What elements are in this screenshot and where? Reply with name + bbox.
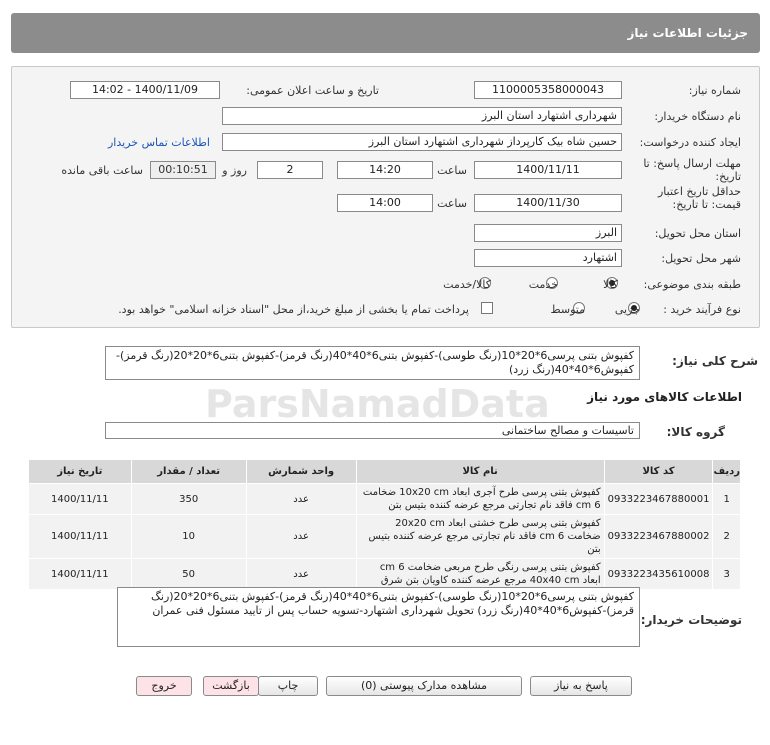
col-qty: تعداد / مقدار: [130, 459, 247, 484]
cell-unit: عدد: [245, 483, 357, 515]
summary-text: کفپوش بتنی پرسی6*20*10(رنگ طوسی)-کفپوش ب…: [105, 346, 640, 380]
table-row: 3 0933223435610008 کفپوش بتنی پرسی رنگی …: [28, 558, 741, 590]
page-title: جزئیات اطلاعات نیاز: [627, 26, 748, 40]
need-info-panel: شماره نیاز: 1100005358000043 تاریخ و ساع…: [11, 66, 760, 328]
back-button[interactable]: بازگشت: [203, 676, 259, 696]
deadline-date-field: 1400/11/11: [474, 161, 622, 179]
contact-info-link[interactable]: اطلاعات تماس خریدار: [108, 136, 210, 149]
announce-field: 1400/11/09 - 14:02: [70, 81, 220, 99]
cell-unit: عدد: [245, 514, 357, 559]
creator-field: حسین شاه بیک کارپرداز شهرداری اشتهارد اس…: [222, 133, 622, 151]
cell-name: کفپوش بتنی پرسی رنگی طرح مربعی ضخامت 6 c…: [355, 558, 605, 590]
purchase-option-medium: متوسط: [550, 303, 585, 316]
need-number-label: شماره نیاز:: [688, 84, 741, 97]
category-option-both: کالا/خدمت: [443, 278, 491, 291]
goods-group-label: گروه کالا:: [666, 425, 725, 439]
cell-qty: 50: [130, 558, 247, 590]
col-row-index: ردیف: [712, 459, 741, 484]
reply-button[interactable]: پاسخ به نیاز: [530, 676, 632, 696]
attachments-button[interactable]: مشاهده مدارک پیوستی (0): [326, 676, 522, 696]
deadline-label: مهلت ارسال پاسخ: تا تاریخ:: [643, 157, 741, 183]
cell-index: 1: [712, 483, 741, 515]
remaining-label: ساعت باقی مانده: [61, 164, 143, 177]
cell-code: 0933223467880002: [603, 514, 714, 559]
print-button[interactable]: چاپ: [258, 676, 318, 696]
creator-label: ایجاد کننده درخواست:: [639, 136, 741, 149]
cell-qty: 10: [130, 514, 247, 559]
goods-table: ردیف کد کالا نام کالا واحد شمارش تعداد /…: [28, 459, 741, 590]
col-date: تاریخ نیاز: [28, 459, 132, 484]
category-label: طبقه بندی موضوعی:: [643, 278, 741, 291]
col-unit: واحد شمارش: [245, 459, 357, 484]
category-option-goods: کالا: [603, 278, 618, 291]
goods-section-title: اطلاعات کالاهای مورد نیاز: [587, 390, 742, 404]
cell-date: 1400/11/11: [28, 558, 132, 590]
days-label: روز و: [222, 164, 247, 177]
cell-qty: 350: [130, 483, 247, 515]
deadline-time-label: ساعت: [437, 164, 467, 177]
cell-code: 0933223467880001: [603, 483, 714, 515]
need-number-field: 1100005358000043: [474, 81, 622, 99]
remaining-time-field: 00:10:51: [150, 161, 216, 179]
validity-time-label: ساعت: [437, 197, 467, 210]
cell-date: 1400/11/11: [28, 514, 132, 559]
buyer-notes-label: توضیحات خریدار:: [640, 613, 742, 627]
cell-name: کفپوش بتنی پرسی طرح آجری ابعاد 10x20 cm …: [355, 483, 605, 515]
deadline-time-field: 14:20: [337, 161, 433, 179]
announce-label: تاریخ و ساعت اعلان عمومی:: [246, 84, 379, 97]
cell-index: 3: [712, 558, 741, 590]
validity-time-field: 14:00: [337, 194, 433, 212]
province-label: استان محل تحویل:: [654, 227, 741, 240]
buyer-notes-text: کفپوش بتنی پرسی6*20*10(رنگ طوسی)-کفپوش ب…: [117, 587, 640, 647]
buyer-org-label: نام دستگاه خریدار:: [654, 110, 741, 123]
table-row: 1 0933223467880001 کفپوش بتنی پرسی طرح آ…: [28, 483, 741, 515]
validity-label: حداقل تاریخ اعتبار قیمت: تا تاریخ:: [657, 185, 741, 211]
validity-date-field: 1400/11/30: [474, 194, 622, 212]
purchase-option-minor: جزیی: [614, 303, 640, 316]
cell-name: کفپوش بتنی پرسی طرح خشتی ابعاد 20x20 cm …: [355, 514, 605, 559]
cell-date: 1400/11/11: [28, 483, 132, 515]
days-field: 2: [257, 161, 323, 179]
table-row: 2 0933223467880002 کفپوش بتنی پرسی طرح خ…: [28, 514, 741, 559]
col-code: کد کالا: [603, 459, 714, 484]
city-label: شهر محل تحویل:: [661, 252, 741, 265]
buyer-org-field: شهرداری اشتهارد استان البرز: [222, 107, 622, 125]
cell-code: 0933223435610008: [603, 558, 714, 590]
cell-unit: عدد: [245, 558, 357, 590]
province-field: البرز: [474, 224, 622, 242]
cell-index: 2: [712, 514, 741, 559]
treasury-checkbox[interactable]: [481, 302, 493, 314]
goods-group-field: تاسیسات و مصالح ساختمانی: [105, 422, 640, 439]
purchase-label: نوع فرآیند خرید :: [663, 303, 741, 316]
exit-button[interactable]: خروج: [136, 676, 192, 696]
col-name: نام کالا: [355, 459, 605, 484]
category-option-service: خدمت: [528, 278, 558, 291]
treasury-note: پرداخت تمام یا بخشی از مبلغ خرید،از محل …: [118, 303, 469, 316]
city-field: اشتهارد: [474, 249, 622, 267]
watermark-brand: ParsNamadData: [205, 382, 550, 426]
summary-label: شرح کلی نیاز:: [672, 354, 758, 368]
page-header: جزئیات اطلاعات نیاز: [11, 13, 760, 53]
